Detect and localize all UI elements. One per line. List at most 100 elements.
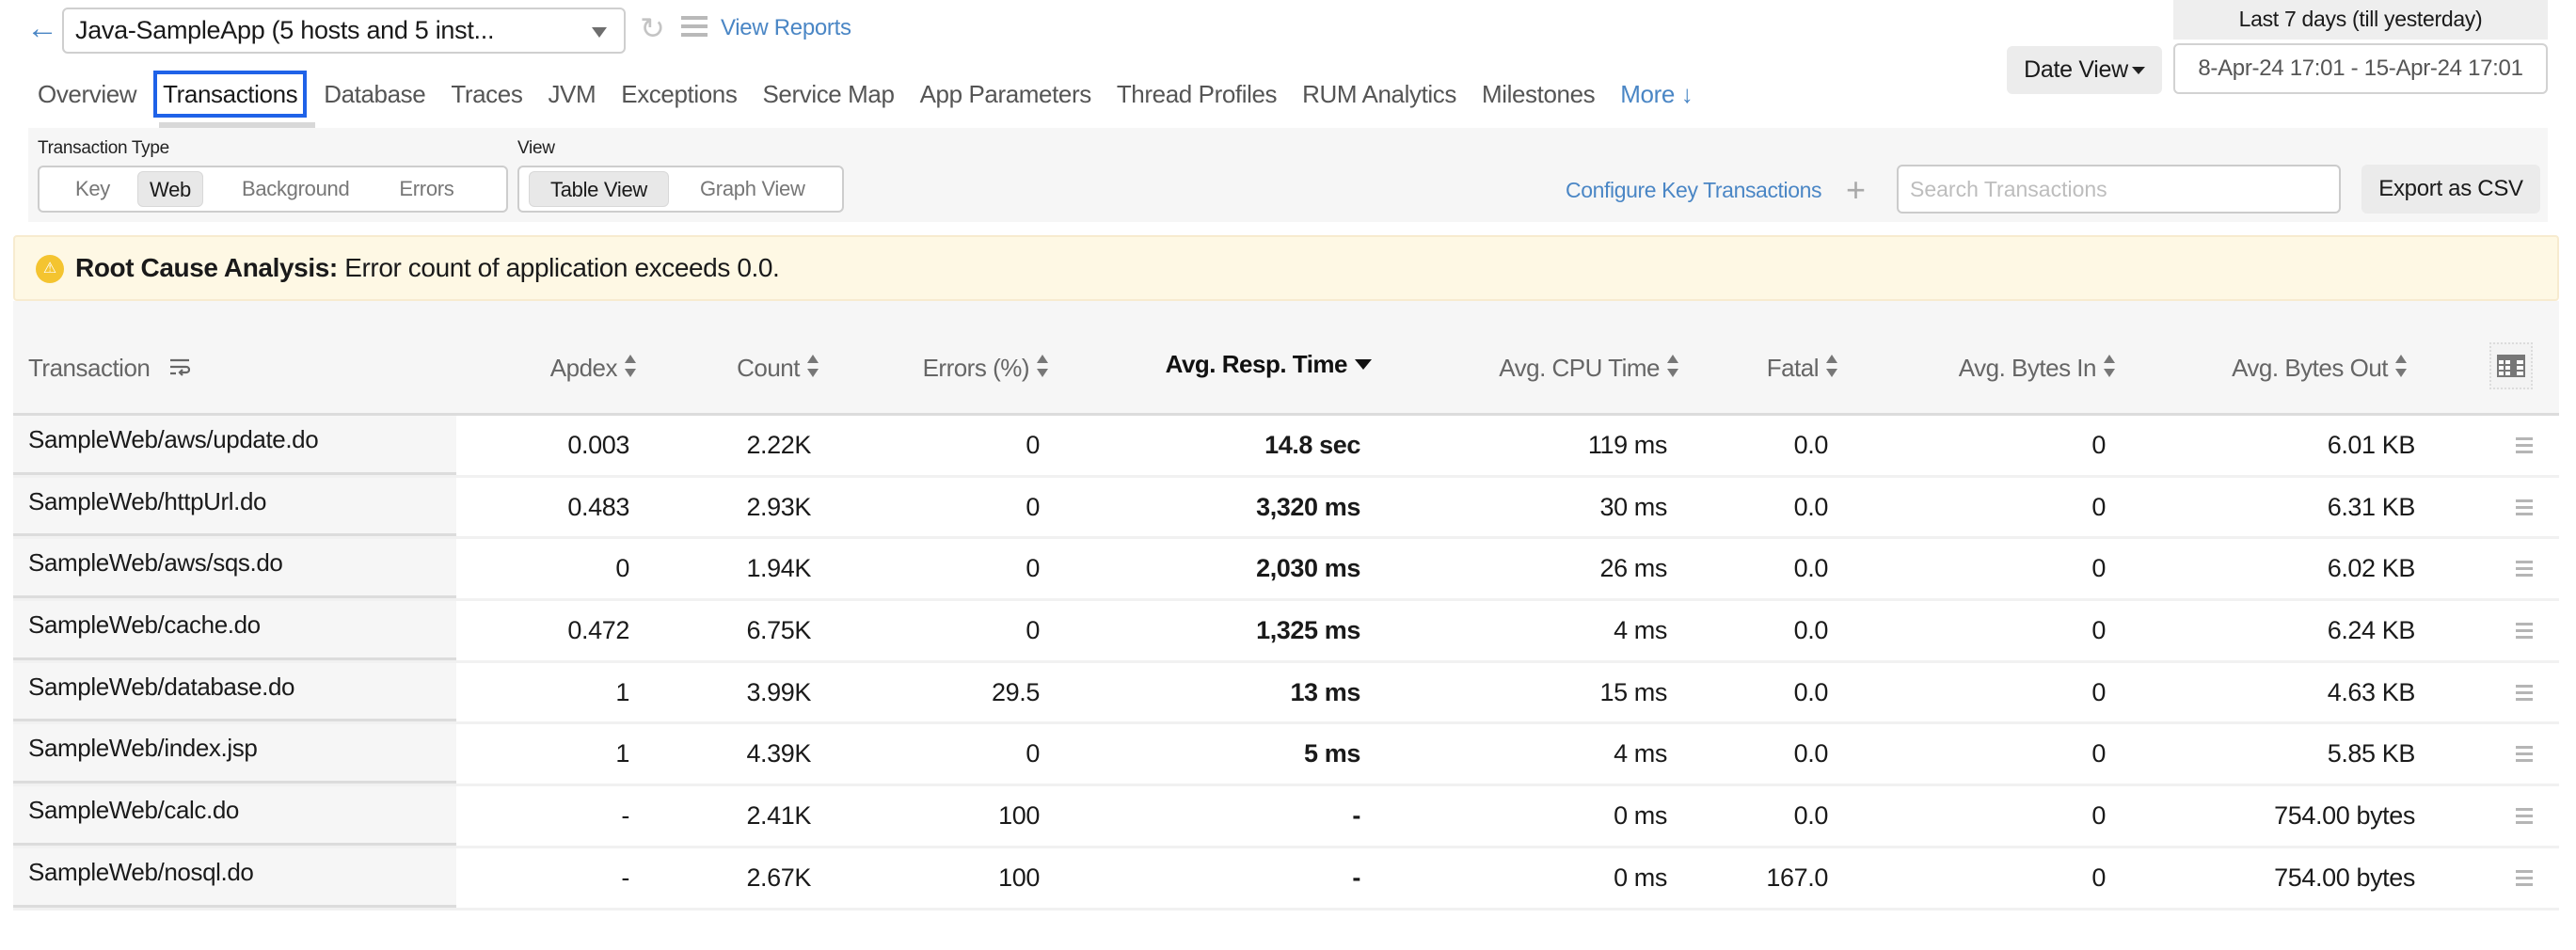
col-count[interactable]: Count: [737, 320, 819, 416]
column-chooser-icon[interactable]: [2489, 342, 2533, 389]
col-avg-resp-time[interactable]: Avg. Resp. Time: [1166, 320, 1372, 416]
table-row[interactable]: SampleWeb/calc.do - 2.41K 100 - 0 ms 0.0…: [13, 786, 2559, 848]
col-avg-bytes-out[interactable]: Avg. Bytes Out: [2232, 320, 2407, 416]
col-avg-resp-time-label: Avg. Resp. Time: [1165, 350, 1348, 378]
table-row[interactable]: SampleWeb/cache.do 0.472 6.75K 0 1,325 m…: [13, 601, 2559, 663]
avg-cpu-time-cell: 119 ms: [1587, 431, 1668, 459]
application-selector[interactable]: Java-SampleApp (5 hosts and 5 inst...: [62, 8, 626, 54]
col-avg-bytes-in[interactable]: Avg. Bytes In: [1959, 320, 2115, 416]
apdex-cell: -: [621, 801, 629, 831]
avg-cpu-time-cell: 15 ms: [1599, 677, 1667, 706]
row-menu-icon[interactable]: [2516, 623, 2533, 640]
view-label: View: [517, 138, 555, 158]
main-tabs: Overview Transactions Database Traces JV…: [28, 71, 1709, 118]
date-view-label: Date View: [2024, 56, 2128, 83]
transaction-name[interactable]: SampleWeb/aws/update.do: [28, 425, 319, 454]
col-avg-bytes-out-label: Avg. Bytes Out: [2232, 354, 2388, 382]
date-view-button[interactable]: Date View: [2007, 46, 2162, 94]
transaction-name[interactable]: SampleWeb/calc.do: [28, 796, 239, 825]
tab-milestones[interactable]: Milestones: [1473, 74, 1603, 114]
graph-view-button[interactable]: Graph View: [689, 171, 817, 207]
table-row[interactable]: SampleWeb/aws/sqs.do 0 1.94K 0 2,030 ms …: [13, 539, 2559, 602]
sort-icon: [1826, 355, 1837, 378]
transaction-name[interactable]: SampleWeb/database.do: [28, 673, 295, 702]
row-menu-icon[interactable]: [2516, 437, 2533, 454]
date-range-picker[interactable]: 8-Apr-24 17:01 - 15-Apr-24 17:01: [2173, 43, 2548, 94]
type-key-button[interactable]: Key: [64, 171, 121, 207]
table-row[interactable]: SampleWeb/httpUrl.do 0.483 2.93K 0 3,320…: [13, 477, 2559, 540]
transaction-cell: SampleWeb/aws/update.do: [13, 416, 456, 475]
tab-rum-analytics[interactable]: RUM Analytics: [1294, 74, 1465, 114]
count-cell: 2.93K: [746, 492, 811, 521]
tab-exceptions[interactable]: Exceptions: [612, 74, 745, 114]
avg-bytes-out-cell: 6.01 KB: [2327, 431, 2416, 459]
col-errors[interactable]: Errors (%): [923, 320, 1048, 416]
plus-icon[interactable]: +: [1846, 173, 1866, 207]
col-avg-cpu-time[interactable]: Avg. CPU Time: [1499, 320, 1678, 416]
row-menu-icon[interactable]: [2516, 499, 2533, 516]
avg-bytes-in-cell: 0: [2091, 554, 2106, 583]
fatal-cell: 0.0: [1793, 801, 1829, 831]
transaction-cell: SampleWeb/nosql.do: [13, 847, 456, 908]
avg-bytes-in-cell: 0: [2091, 616, 2106, 645]
tab-transactions[interactable]: Transactions: [153, 71, 308, 118]
type-web-button[interactable]: Web: [137, 171, 203, 207]
type-background-button[interactable]: Background: [231, 171, 360, 207]
table-row[interactable]: SampleWeb/database.do 1 3.99K 29.5 13 ms…: [13, 662, 2559, 725]
errors-cell: 0: [1026, 616, 1040, 645]
back-arrow-icon[interactable]: ←: [26, 11, 58, 45]
transaction-name[interactable]: SampleWeb/cache.do: [28, 610, 261, 640]
tab-thread-profiles[interactable]: Thread Profiles: [1108, 74, 1285, 114]
search-transactions-input[interactable]: [1897, 165, 2341, 214]
configure-key-transactions-link[interactable]: Configure Key Transactions: [1566, 175, 1822, 205]
row-menu-icon[interactable]: [2516, 746, 2533, 763]
avg-cpu-time-cell: 26 ms: [1599, 554, 1667, 583]
wrap-text-icon[interactable]: [169, 357, 191, 376]
apdex-cell: 0: [615, 554, 629, 583]
table-row[interactable]: SampleWeb/nosql.do - 2.67K 100 - 0 ms 16…: [13, 847, 2559, 910]
table-row[interactable]: SampleWeb/index.jsp 1 4.39K 0 5 ms 4 ms …: [13, 724, 2559, 787]
tab-overview[interactable]: Overview: [28, 74, 145, 114]
col-apdex-label: Apdex: [549, 354, 618, 382]
count-cell: 3.99K: [746, 677, 811, 706]
tab-app-parameters[interactable]: App Parameters: [912, 74, 1100, 114]
avg-resp-time-cell: 2,030 ms: [1256, 554, 1360, 583]
banner-message: Error count of application exceeds 0.0.: [337, 253, 780, 282]
refresh-icon[interactable]: ↻: [640, 11, 670, 45]
tab-traces[interactable]: Traces: [442, 74, 531, 114]
table-row[interactable]: SampleWeb/aws/update.do 0.003 2.22K 0 14…: [13, 416, 2559, 478]
col-apdex[interactable]: Apdex: [550, 320, 636, 416]
avg-bytes-out-cell: 754.00 bytes: [2274, 863, 2415, 892]
col-transaction[interactable]: Transaction: [28, 320, 191, 416]
errors-cell: 0: [1026, 739, 1040, 768]
col-fatal[interactable]: Fatal: [1767, 320, 1837, 416]
row-menu-icon[interactable]: [2516, 684, 2533, 702]
transaction-name[interactable]: SampleWeb/aws/sqs.do: [28, 548, 283, 578]
application-selector-value: Java-SampleApp (5 hosts and 5 inst...: [75, 16, 495, 44]
tab-database[interactable]: Database: [315, 74, 434, 114]
row-menu-icon[interactable]: [2516, 808, 2533, 825]
table-body: SampleWeb/aws/update.do 0.003 2.22K 0 14…: [13, 416, 2559, 910]
hamburger-icon[interactable]: [681, 16, 708, 40]
avg-cpu-time-cell: 4 ms: [1614, 739, 1667, 768]
export-csv-button[interactable]: Export as CSV: [2361, 165, 2540, 214]
transaction-name[interactable]: SampleWeb/nosql.do: [28, 858, 254, 887]
tab-jvm[interactable]: JVM: [539, 74, 604, 114]
col-avg-bytes-in-label: Avg. Bytes In: [1958, 354, 2097, 382]
tab-service-map[interactable]: Service Map: [754, 74, 902, 114]
apdex-cell: -: [621, 863, 629, 892]
root-cause-analysis-banner: ⚠ Root Cause Analysis: Error count of ap…: [13, 235, 2559, 301]
row-menu-icon[interactable]: [2516, 561, 2533, 578]
type-errors-button[interactable]: Errors: [388, 171, 465, 207]
transaction-name[interactable]: SampleWeb/index.jsp: [28, 734, 258, 763]
transaction-name[interactable]: SampleWeb/httpUrl.do: [28, 487, 266, 516]
fatal-cell: 0.0: [1793, 677, 1829, 706]
tab-more[interactable]: More ↓: [1612, 74, 1701, 114]
transactions-table: Transaction Apdex Count Errors (%) Avg. …: [13, 301, 2559, 950]
col-transaction-label: Transaction: [28, 354, 151, 382]
fatal-cell: 0.0: [1793, 554, 1829, 583]
count-cell: 1.94K: [746, 554, 811, 583]
view-reports-link[interactable]: View Reports: [721, 11, 851, 45]
row-menu-icon[interactable]: [2516, 869, 2533, 887]
table-view-button[interactable]: Table View: [529, 171, 669, 207]
